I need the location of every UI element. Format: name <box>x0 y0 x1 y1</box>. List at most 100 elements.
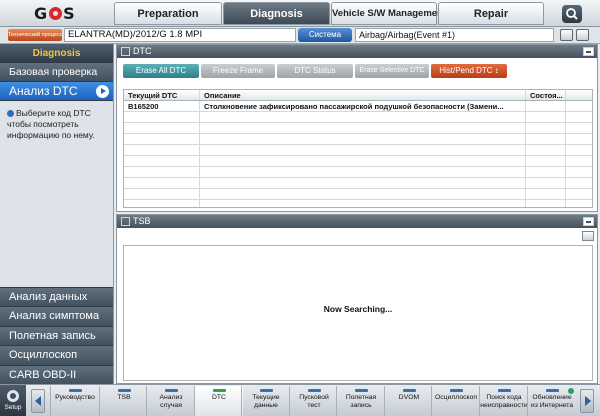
tool-dtc[interactable]: DTC <box>194 386 243 416</box>
tsb-content: Now Searching... <box>123 245 593 381</box>
table-row-empty <box>124 167 592 178</box>
dtc-code: B165200 <box>124 101 200 111</box>
tool-label: DVOM <box>398 394 420 401</box>
tool-label: Полетная <box>345 394 377 401</box>
search-icon <box>566 8 578 20</box>
search-button[interactable] <box>562 5 582 23</box>
table-row-empty <box>124 145 592 156</box>
tool-internet-update[interactable]: Обновление из Интернета <box>527 386 576 416</box>
tool-label: запись <box>350 401 372 409</box>
tsb-icon <box>117 389 131 392</box>
tab-repair[interactable]: Repair <box>438 2 544 25</box>
notification-dot-icon <box>568 388 574 394</box>
column-header-current-dtc[interactable]: Текущий DTC <box>124 90 200 100</box>
current-data-icon <box>259 389 273 392</box>
table-row-empty <box>124 123 592 134</box>
hist-pend-dtc-button[interactable]: Hist/Pend DTC ↕ <box>431 64 507 78</box>
tool-label: случая <box>160 401 182 409</box>
scroll-right-button[interactable] <box>580 389 594 413</box>
vehicle-select-button[interactable]: Технический процесс <box>8 29 62 41</box>
tool-current-data[interactable]: Текущие данные <box>241 386 290 416</box>
sidebar-help-text: Выберите код DTC чтобы посмотреть информ… <box>0 101 113 141</box>
dtc-status-button[interactable]: DTC Status <box>277 64 353 78</box>
tool-flight-record[interactable]: Полетная запись <box>336 386 385 416</box>
tool-label: из Интернета <box>530 401 574 409</box>
freeze-frame-button[interactable]: Freeze Frame <box>201 64 275 78</box>
sidebar-item-data-analysis[interactable]: Анализ данных <box>0 287 113 307</box>
bullet-icon <box>7 110 14 117</box>
setup-button[interactable]: Setup <box>0 385 26 416</box>
tool-label: Текущие <box>252 394 280 401</box>
minimize-icon[interactable] <box>583 217 594 226</box>
manual-icon <box>68 389 82 392</box>
sidebar-item-flight-record[interactable]: Полетная запись <box>0 325 113 346</box>
print-icon[interactable] <box>560 29 573 41</box>
dtc-status <box>526 101 566 111</box>
tsb-panel-title: TSB <box>133 216 151 226</box>
tool-label: Анализ <box>159 394 183 401</box>
info-icon[interactable] <box>576 29 589 41</box>
tab-preparation[interactable]: Preparation <box>114 2 222 25</box>
dtc-toolbar: Erase All DTC Freeze Frame DTC Status Er… <box>117 58 597 80</box>
main-tab-bar: GS Preparation Diagnosis Vehicle S/W Man… <box>0 0 600 27</box>
sidebar-item-basic-check[interactable]: Базовая проверка <box>0 63 113 82</box>
system-select-button[interactable]: Система <box>298 28 352 42</box>
actuation-test-icon <box>307 389 321 392</box>
dtc-panel: DTC Erase All DTC Freeze Frame DTC Statu… <box>116 44 598 212</box>
system-field: Airbag/Airbag(Event #1) <box>355 28 554 42</box>
sidebar-item-label: Анализ DTC <box>9 84 78 98</box>
table-row-empty <box>124 178 592 189</box>
table-row-empty <box>124 200 592 207</box>
dtc-panel-title: DTC <box>133 46 152 56</box>
minimize-icon[interactable] <box>583 47 594 56</box>
tool-label: данные <box>254 401 278 409</box>
sidebar-item-symptom-analysis[interactable]: Анализ симптома <box>0 306 113 326</box>
tool-label: Руководство <box>55 394 95 401</box>
window-icon[interactable] <box>582 231 594 241</box>
tool-label: тест <box>307 401 321 409</box>
tool-case-analysis[interactable]: Анализ случая <box>146 386 195 416</box>
sidebar-item-carb-obd[interactable]: CARB OBD-II <box>0 364 113 384</box>
erase-all-dtc-button[interactable]: Erase All DTC <box>123 64 199 78</box>
tab-diagnosis[interactable]: Diagnosis <box>223 2 330 25</box>
sidebar-item-label: Базовая проверка <box>9 66 98 78</box>
sidebar-item-dtc-analysis[interactable]: Анализ DTC <box>0 82 113 101</box>
erase-selective-dtc-button[interactable]: Erase Selective DTC <box>355 64 429 78</box>
column-header-description[interactable]: Описание <box>200 90 526 100</box>
tool-oscilloscope[interactable]: Осциллоскоп <box>431 386 480 416</box>
vehicle-info-bar: Технический процесс ELANTRA(MD)/2012/G 1… <box>0 27 600 44</box>
table-row-empty <box>124 156 592 167</box>
tab-vehicle-sw-management[interactable]: Vehicle S/W Management <box>331 2 446 25</box>
sidebar-item-oscilloscope[interactable]: Осциллоскоп <box>0 345 113 365</box>
table-row[interactable]: B165200 Столкновение зафиксировано пасса… <box>124 101 592 112</box>
tool-label: DTC <box>212 394 226 401</box>
expand-icon[interactable] <box>121 47 130 56</box>
tool-actuation-test[interactable]: Пусковой тест <box>289 386 338 416</box>
tool-fault-code-search[interactable]: Поиск кода неисправности <box>479 386 528 416</box>
oscilloscope-icon <box>449 389 463 392</box>
tool-manual[interactable]: Руководство <box>50 386 99 416</box>
column-header-status[interactable]: Состоя... <box>526 90 566 100</box>
tool-label: неисправности <box>480 401 528 409</box>
chevron-right-icon <box>96 85 109 98</box>
tsb-status-text: Now Searching... <box>323 304 393 314</box>
tool-label: Осциллоскоп <box>434 394 478 401</box>
gds-logo: GS <box>34 4 76 23</box>
tool-label: Пусковой <box>299 394 329 401</box>
tsb-subbar <box>117 228 597 245</box>
case-analysis-icon <box>164 389 178 392</box>
help-text: Выберите код DTC чтобы посмотреть информ… <box>7 108 95 140</box>
table-row-empty <box>124 112 592 123</box>
dtc-panel-header: DTC <box>117 45 597 58</box>
tool-dvom[interactable]: DVOM <box>384 386 433 416</box>
internet-update-icon <box>545 389 559 392</box>
tool-label: TSB <box>117 394 131 401</box>
tsb-panel: TSB Now Searching... <box>116 214 598 384</box>
flight-record-icon <box>354 389 368 392</box>
fault-code-search-icon <box>497 389 511 392</box>
expand-icon[interactable] <box>121 217 130 226</box>
tool-tsb[interactable]: TSB <box>99 386 148 416</box>
bottom-toolbar: Setup Руководство TSB Анализ случая DTC … <box>0 384 600 416</box>
setup-label: Setup <box>4 404 22 411</box>
scroll-left-button[interactable] <box>31 389 45 413</box>
